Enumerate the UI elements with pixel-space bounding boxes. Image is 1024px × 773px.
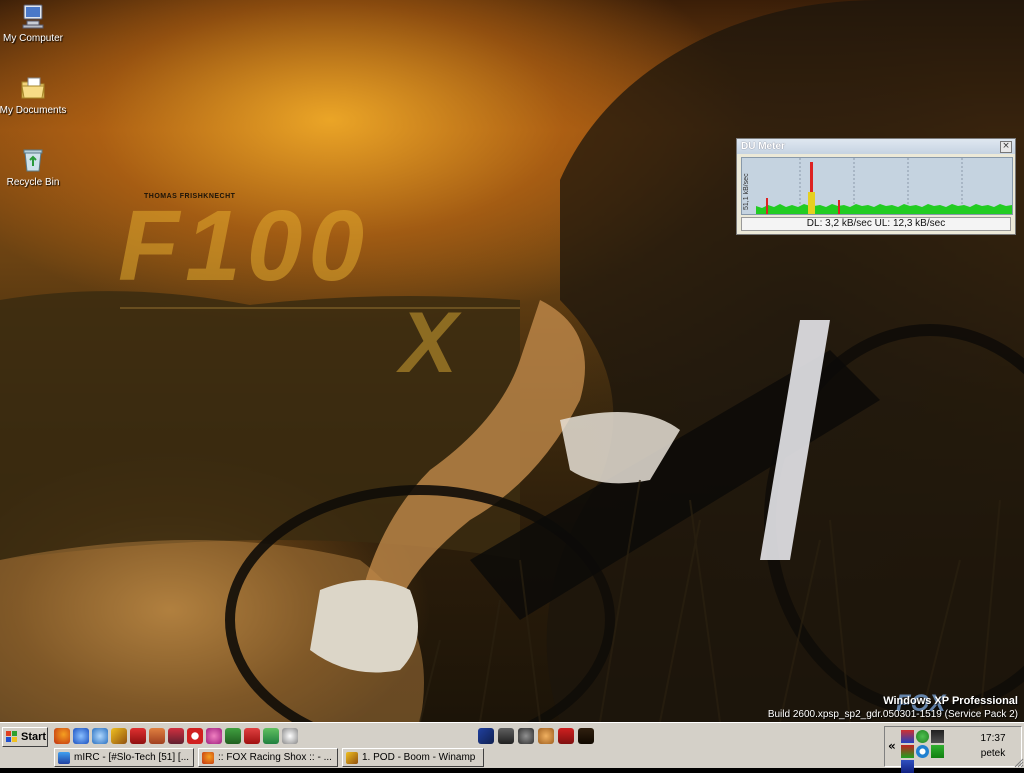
desktop-icon-label: Recycle Bin (6, 177, 60, 188)
app-tray-icon[interactable] (931, 730, 944, 743)
msn-icon[interactable] (206, 728, 222, 744)
skype-tray-icon[interactable] (916, 745, 929, 758)
network-meter-icon[interactable] (901, 730, 914, 743)
os-name: Windows XP Professional (883, 695, 1018, 707)
taskbar-button-mirc[interactable]: mIRC - [#Slo-Tech [51] [... (54, 748, 194, 767)
monitor-icon[interactable] (498, 728, 514, 744)
app-icon[interactable] (149, 728, 165, 744)
wallpaper-model-suffix: X (400, 295, 458, 391)
du-meter-traffic-plot (756, 158, 1012, 214)
task-label: :: FOX Racing Shox :: - ... (218, 752, 332, 763)
taskbar-button-winamp[interactable]: 1. POD - Boom - Winamp (342, 748, 484, 767)
desktop-icon-label: My Computer (2, 33, 63, 44)
download-icon[interactable] (282, 728, 298, 744)
my-computer-icon (22, 4, 44, 29)
music-icon[interactable] (263, 728, 279, 744)
winamp-red-icon[interactable] (244, 728, 260, 744)
windows-logo-icon (6, 731, 17, 742)
mail-tray-icon[interactable] (901, 760, 914, 773)
desktop-icon-recycle-bin[interactable]: Recycle Bin (0, 146, 68, 188)
tool-icon[interactable] (558, 728, 574, 744)
du-meter-readout: DL: 3,2 kB/sec UL: 12,3 kB/sec (741, 217, 1011, 231)
du-meter-titlebar[interactable]: DU Meter (737, 139, 1015, 154)
outlook-icon[interactable] (92, 728, 108, 744)
firefox-icon[interactable] (54, 728, 70, 744)
desktop-icon-my-computer[interactable]: My Computer (0, 2, 68, 44)
resize-grip-icon (1014, 758, 1024, 768)
os-version-watermark: Windows XP Professional Build 2600.xpsp_… (768, 695, 1018, 721)
winamp-icon (346, 751, 358, 764)
wallpaper-model-text: F100 (118, 190, 370, 302)
photoshop-icon[interactable] (168, 728, 184, 744)
opera-icon[interactable] (187, 728, 203, 744)
firefox-icon (202, 751, 214, 764)
task-label: mIRC - [#Slo-Tech [51] [... (74, 752, 190, 763)
utorrent-icon[interactable] (225, 728, 241, 744)
quick-launch-toolbar (54, 728, 298, 746)
tray-expand-button[interactable]: « (888, 739, 896, 753)
my-documents-icon (21, 77, 45, 99)
wallpaper-art (0, 0, 1024, 722)
msn-tray-icon[interactable] (916, 730, 929, 743)
tray-icons (901, 730, 951, 773)
winamp-icon[interactable] (111, 728, 127, 744)
du-meter-window[interactable]: DU Meter × 51,1 kB/sec DL: 3,2 kB/sec UL… (736, 138, 1016, 235)
quick-launch-toolbar-2 (478, 728, 594, 746)
ie-icon[interactable] (73, 728, 89, 744)
paint-icon[interactable] (538, 728, 554, 744)
recycle-bin-icon (23, 149, 43, 172)
mirc-icon (58, 751, 70, 764)
game-icon[interactable] (518, 728, 534, 744)
taskbar-button-firefox[interactable]: :: FOX Racing Shox :: - ... (198, 748, 338, 767)
tool-tray-icon[interactable] (901, 745, 914, 758)
clock-day: petek (980, 748, 1006, 759)
close-icon[interactable]: × (1000, 141, 1012, 153)
desktop-icon-my-documents[interactable]: My Documents (0, 74, 68, 116)
start-label: Start (21, 731, 47, 743)
clock-time: 17:37 (980, 733, 1006, 744)
app-icon[interactable] (478, 728, 494, 744)
task-label: 1. POD - Boom - Winamp (362, 752, 476, 763)
start-button[interactable]: Start (2, 727, 48, 747)
desktop-icon-label: My Documents (0, 105, 67, 116)
du-meter-title: DU Meter (741, 141, 785, 152)
clock[interactable]: 17:37 petek (973, 731, 1013, 761)
app-icon[interactable] (578, 728, 594, 744)
taskbar: Start mIRC - [#Slo-Tech [51] [... :: FOX… (0, 722, 1024, 773)
os-build: Build 2600.xpsp_sp2_gdr.050301-1519 (Ser… (767, 709, 1018, 720)
desktop-wallpaper: THOMAS FRISHKNECHT F100 X FOX Windows XP… (0, 0, 1024, 722)
acrobat-icon[interactable] (130, 728, 146, 744)
system-tray: « 17:37 petek (884, 726, 1022, 773)
sync-tray-icon[interactable] (931, 745, 944, 758)
du-meter-graph: 51,1 kB/sec (741, 157, 1013, 215)
